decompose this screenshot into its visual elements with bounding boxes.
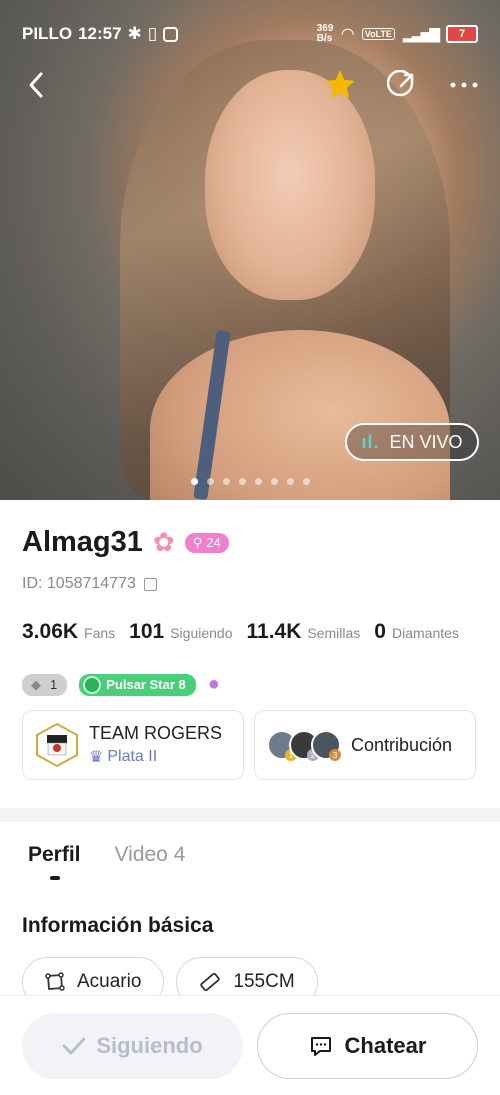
basic-info-title: Información básica [22,914,214,937]
pulsar-badge[interactable]: Pulsar Star 8 [79,673,196,696]
vibrate-icon: ▯ [147,24,158,43]
live-bars-icon: ıl. [361,431,380,452]
diamonds-label: Diamantes [391,625,459,641]
tab-perfil[interactable]: Perfil [28,843,81,867]
profile-name: Almag31 [22,526,143,558]
zodiac-label: Acuario [77,971,142,992]
contributor-avatar: 3 [311,730,341,761]
status-bar: PILLO 12:57 ✱ ▯ 369 B/s ◠ VoLTE ▂▃▅▇ 7 [22,22,478,46]
diamond-icon: ◆ [31,676,41,692]
fans-count[interactable]: 3.06K [22,620,78,644]
flower-icon: ✿ [152,527,175,557]
pager-dot [222,478,230,485]
diamond-level-badge[interactable]: ◆ 1 [22,673,68,696]
wifi-icon: ◠ [341,26,354,43]
lollipop-icon[interactable]: ● [208,673,220,696]
stats-row: 3.06K Fans 101 Siguiendo 11.4K Semillas 0 Di… [22,620,467,644]
pulsar-icon [83,675,102,694]
team-logo-icon [36,723,78,767]
chevron-left-icon [29,72,43,98]
more-icon [450,82,478,88]
following-label: Siguiendo [170,625,233,641]
pager-dot [206,478,214,485]
section-divider [0,808,500,822]
level-badge: ⚲ 24 [184,532,229,553]
team-card[interactable]: TEAM ROGERS ♛ Plata II [22,710,244,780]
level-icon: ⚲ [192,534,203,550]
chat-button[interactable]: Chatear [257,1013,478,1079]
share-button[interactable] [384,67,420,103]
favorite-button[interactable] [322,67,358,103]
net-speed: 369 B/s [316,23,334,44]
team-name: TEAM ROGERS [89,723,223,743]
pager-dot [238,478,246,485]
clock: 12:57 [78,24,122,43]
instagram-icon [163,26,179,42]
share-icon [387,70,414,97]
cards-row: TEAM ROGERS ♛ Plata II 1 2 3 Contribució… [22,710,476,780]
profile-tabs: Perfil Video 4 [28,843,185,867]
photo-pager [0,478,500,485]
team-rank: ♛ Plata II [89,748,158,766]
following-button[interactable]: Siguiendo [22,1013,243,1079]
seeds-count[interactable]: 11.4K [247,620,302,644]
height-label: 155CM [233,971,295,992]
chat-label: Chatear [344,1033,427,1058]
pager-dot [190,478,198,485]
badge-row: ◆ 1 Pulsar Star 8 ● [22,673,220,696]
more-button[interactable] [446,67,482,103]
carrier-label: PILLO [22,24,73,43]
user-id-text: ID: 1058714773 [22,575,136,592]
pager-dot [254,478,262,485]
following-count[interactable]: 101 [129,620,164,644]
pager-dot [270,478,278,485]
chat-icon [310,1037,331,1056]
top-contributors: 1 2 3 [267,730,341,761]
name-row: Almag31 ✿ ⚲ 24 [22,526,229,559]
tab-video[interactable]: Video 4 [115,843,186,867]
seeds-label: Semillas [307,625,361,641]
pager-dot [302,478,310,485]
signal-icon: ▂▃▅▇ [402,25,440,42]
back-button[interactable] [18,67,54,103]
live-button[interactable]: ıl. EN VIVO [345,423,479,461]
battery-icon: 7 [446,25,478,43]
fans-label: Fans [84,625,116,641]
following-label: Siguiendo [96,1033,203,1058]
user-id: ID: 1058714773 [22,575,157,593]
star-icon [326,71,354,98]
copy-icon[interactable] [143,577,157,591]
ruler-icon [200,972,221,992]
pager-dot [286,478,294,485]
contribution-card[interactable]: 1 2 3 Contribución [254,710,476,780]
contribution-label: Contribución [351,735,453,755]
top-nav [18,62,482,108]
volte-badge: VoLTE [361,28,395,40]
trophy-icon: ♛ [89,749,104,766]
zodiac-icon [45,972,65,991]
bluetooth-icon: ✱ [127,24,142,43]
tab-indicator [50,876,60,880]
diamonds-count[interactable]: 0 [374,620,386,644]
check-icon [62,1037,86,1055]
bottom-action-bar: Siguiendo Chatear [0,995,500,1095]
live-label: EN VIVO [389,431,463,452]
